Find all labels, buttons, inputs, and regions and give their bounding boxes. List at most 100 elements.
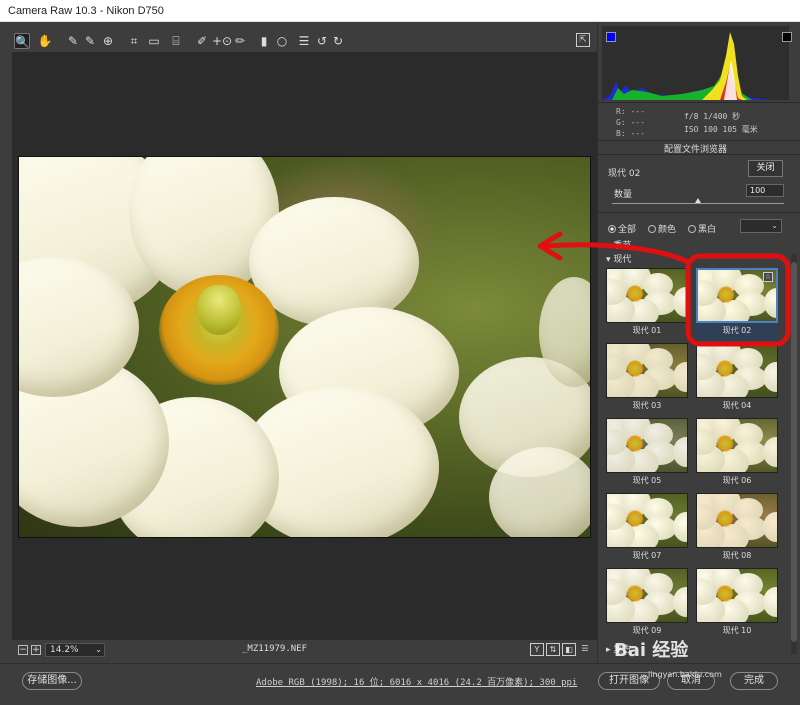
amount-input[interactable]: 100: [746, 184, 784, 197]
profile-label: 现代 06: [722, 476, 752, 485]
divider: [598, 140, 800, 141]
profile-thumbnail[interactable]: 现代 09: [606, 568, 688, 641]
radio-icon: [688, 225, 696, 233]
workflow-options-link[interactable]: Adobe RGB (1998); 16 位; 6016 x 4016 (24.…: [256, 675, 577, 688]
profile-thumbnail[interactable]: 现代 05: [606, 418, 688, 491]
radio-selected-icon: [608, 225, 616, 233]
profile-preview-image: [696, 568, 778, 623]
profile-label: 现代 01: [632, 326, 662, 335]
profile-label: 现代 03: [632, 401, 662, 410]
profile-label: 现代 02: [722, 326, 752, 335]
profile-thumbnail[interactable]: 现代 06: [696, 418, 778, 491]
transform-tool-icon[interactable]: ⌸: [168, 33, 184, 49]
profile-thumbnail[interactable]: 现代 04: [696, 343, 778, 416]
profile-label: 现代 10: [722, 626, 752, 635]
zoom-out-button[interactable]: −: [18, 645, 28, 655]
toolbar: 🔍 ✋ ✎ ✎ ⊕ ⌗ ▭ ⌸ ✐ +⊙ ✏ ▮ ○ ☰ ↺ ↻: [12, 30, 597, 52]
divider: [598, 212, 800, 213]
favorite-star-icon[interactable]: ☆: [763, 272, 773, 282]
filter-color[interactable]: 颜色: [648, 222, 676, 235]
exif-info: f/8 1/400 秒 ISO 100 105 毫米: [684, 110, 758, 136]
red-readout: R: ---: [616, 107, 645, 116]
filter-bw[interactable]: 黑白: [688, 222, 716, 235]
divider: [598, 102, 800, 103]
red-eye-tool-icon[interactable]: +⊙: [212, 33, 232, 49]
toggle-settings-button[interactable]: ☰: [578, 643, 592, 656]
crop-tool-icon[interactable]: ⌗: [126, 33, 142, 49]
image-preview-area: [12, 52, 597, 640]
camera-raw-dialog: 🔍 ✋ ✎ ✎ ⊕ ⌗ ▭ ⌸ ✐ +⊙ ✏ ▮ ○ ☰ ↺ ↻ ⇱ − + 14.2% ⌄: [0, 22, 800, 705]
profile-thumbnail[interactable]: 现代 01: [606, 268, 688, 341]
profile-preview-image: [696, 493, 778, 548]
profile-preview-image: [696, 343, 778, 398]
divider: [598, 154, 800, 155]
chevron-down-icon: ⌄: [95, 645, 102, 654]
close-profile-browser-button[interactable]: 关闭: [748, 160, 783, 177]
done-button[interactable]: 完成: [730, 672, 778, 690]
watermark-url: jingyan.baidu.com: [648, 670, 722, 679]
graduated-filter-tool-icon[interactable]: ▮: [256, 33, 272, 49]
profile-scrollbar-thumb[interactable]: [791, 262, 797, 642]
sort-dropdown[interactable]: ⌄: [740, 219, 782, 233]
right-panel: R: --- G: --- B: --- f/8 1/400 秒 ISO 100…: [597, 22, 800, 663]
swap-settings-button[interactable]: ⇅: [546, 643, 560, 656]
profile-label: 现代 07: [632, 551, 662, 560]
photo-pistil: [197, 285, 241, 335]
histogram: [602, 26, 792, 100]
straighten-tool-icon[interactable]: ▭: [146, 33, 162, 49]
fullscreen-icon[interactable]: ⇱: [576, 33, 590, 47]
profile-thumbnail[interactable]: ☆ 现代 02: [696, 268, 778, 341]
copy-settings-button[interactable]: ◧: [562, 643, 576, 656]
zoom-level-select[interactable]: 14.2% ⌄: [45, 643, 105, 657]
zoom-in-button[interactable]: +: [31, 645, 41, 655]
filter-all-label: 全部: [618, 225, 637, 235]
group-header-seasons[interactable]: ▸ 季节: [606, 238, 631, 251]
preview-photo: [18, 156, 591, 538]
adjustment-brush-tool-icon[interactable]: ✏: [232, 33, 248, 49]
amount-slider[interactable]: [612, 203, 784, 204]
profile-label: 现代 05: [632, 476, 662, 485]
photo-petal: [249, 197, 419, 327]
amount-slider-thumb[interactable]: [695, 198, 701, 203]
zoom-level-value: 14.2%: [50, 645, 79, 655]
profile-preview-image: [606, 418, 688, 473]
rotate-right-tool-icon[interactable]: ↻: [330, 33, 346, 49]
aperture-shutter: f/8 1/400 秒: [684, 112, 741, 121]
radio-icon: [648, 225, 656, 233]
chevron-down-icon: ⌄: [771, 221, 778, 230]
radial-filter-tool-icon[interactable]: ○: [274, 33, 290, 49]
rgb-readout: R: --- G: --- B: ---: [616, 106, 645, 139]
preferences-tool-icon[interactable]: ☰: [296, 33, 312, 49]
green-readout: G: ---: [616, 118, 645, 127]
white-balance-tool-icon[interactable]: ✎: [65, 33, 81, 49]
file-name[interactable]: _MZ11979.NEF: [242, 644, 307, 654]
profile-label: 现代 08: [722, 551, 752, 560]
profile-thumbnail[interactable]: 现代 03: [606, 343, 688, 416]
profile-thumbnail[interactable]: 现代 10: [696, 568, 778, 641]
before-after-toggle-button[interactable]: Y: [530, 643, 544, 656]
profile-preview-image: [606, 568, 688, 623]
shadow-clipping-toggle[interactable]: [606, 32, 616, 42]
highlight-clipping-toggle[interactable]: [782, 32, 792, 42]
targeted-adjustment-tool-icon[interactable]: ⊕: [100, 33, 116, 49]
color-sampler-tool-icon[interactable]: ✎: [82, 33, 98, 49]
profile-preview-image: [606, 343, 688, 398]
profile-thumbnail[interactable]: 现代 08: [696, 493, 778, 566]
filter-color-label: 颜色: [658, 225, 677, 235]
amount-label: 数量: [614, 190, 633, 200]
watermark-logo: Bai 经验: [614, 640, 689, 661]
spot-removal-tool-icon[interactable]: ✐: [194, 33, 210, 49]
group-header-modern[interactable]: ▾ 现代: [606, 252, 631, 265]
rotate-left-tool-icon[interactable]: ↺: [314, 33, 330, 49]
filter-all[interactable]: 全部: [608, 222, 636, 235]
profile-preview-image: [606, 493, 688, 548]
hand-tool-icon[interactable]: ✋: [37, 33, 53, 49]
save-image-button[interactable]: 存储图像...: [22, 672, 82, 690]
profile-preview-image: ☆: [696, 268, 778, 323]
window-title: Camera Raw 10.3 - Nikon D750: [0, 0, 800, 22]
iso-focal: ISO 100 105 毫米: [684, 125, 758, 134]
profile-thumbnail[interactable]: 现代 07: [606, 493, 688, 566]
profile-label: 现代 04: [722, 401, 752, 410]
zoom-tool-icon[interactable]: 🔍: [14, 33, 30, 49]
histogram-graph: [602, 32, 772, 100]
